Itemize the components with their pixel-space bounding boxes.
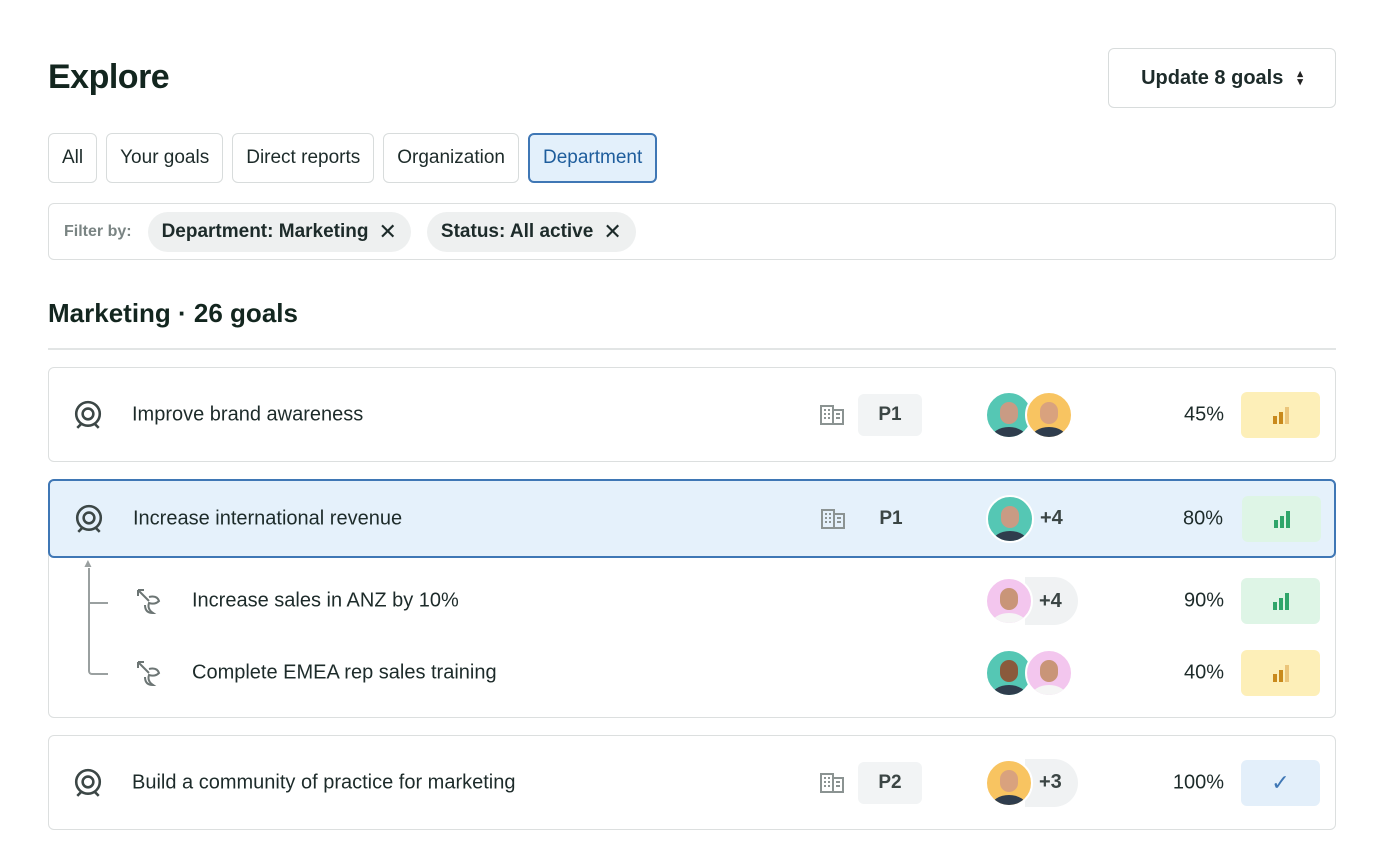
progress-value: 100% [1172,771,1224,793]
avatar [1025,649,1073,697]
avatar [985,577,1033,625]
update-goals-label: Update 8 goals [1141,66,1284,89]
goal-row[interactable]: Build a community of practice for market… [49,736,1335,829]
progress-value: 45% [1183,403,1224,425]
priority-badge: P2 [858,761,922,804]
chip-label: Status: All active [440,220,594,242]
tab-all[interactable]: All [48,133,98,183]
status-badge[interactable] [1241,578,1320,624]
owners[interactable] [985,649,1073,697]
tab-direct-reports[interactable]: Direct reports [232,133,375,183]
filter-label: Filter by: [64,222,132,240]
filter-chip-department[interactable]: Department: Marketing ✕ [147,211,411,252]
subgoal-title[interactable]: Complete EMEA rep sales training [192,662,497,685]
tab-organization[interactable]: Organization [383,133,519,183]
priority-badge: P1 [858,393,922,436]
owners[interactable]: +3 [985,758,1078,807]
bar-chart-icon [1271,406,1291,424]
bar-chart-icon [1271,592,1291,610]
filter-chip-status[interactable]: Status: All active ✕ [426,211,636,252]
sort-arrows-icon: ▴ ▾ [1297,68,1303,88]
divider [48,348,1336,350]
goal-icon [74,504,104,534]
tab-department[interactable]: Department [527,133,658,183]
owners[interactable]: +4 [986,494,1079,543]
subgoal-icon [135,659,163,687]
subgoal-row[interactable]: Complete EMEA rep sales training 40% [49,637,1335,709]
avatar [986,494,1034,543]
status-badge[interactable]: ✓ [1241,759,1320,806]
avatar [985,758,1033,807]
owners[interactable] [985,390,1073,439]
tab-your-goals[interactable]: Your goals [106,133,224,183]
bar-chart-icon [1271,664,1291,682]
bar-chart-icon [1272,510,1292,528]
progress-value: 80% [1182,507,1223,529]
goal-title[interactable]: Improve brand awareness [132,403,363,426]
goal-title[interactable]: Build a community of practice for market… [132,771,516,794]
goal-card: Increase international revenue P1 +4 80%… [48,479,1336,718]
owners[interactable]: +4 [985,577,1078,625]
goal-row[interactable]: Improve brand awareness P1 45% [49,368,1335,461]
status-badge[interactable] [1242,495,1321,542]
status-badge[interactable] [1241,650,1320,696]
goal-card: Improve brand awareness P1 45% [48,367,1336,462]
building-icon [820,773,844,793]
goal-row-selected[interactable]: Increase international revenue P1 +4 80% [48,479,1336,558]
goal-icon [73,400,103,430]
goal-title[interactable]: Increase international revenue [133,507,402,530]
goal-card: Build a community of practice for market… [48,735,1336,830]
tab-bar: All Your goals Direct reports Organizati… [48,133,658,183]
checkmark-icon: ✓ [1271,769,1290,795]
progress-value: 90% [1183,589,1224,612]
subgoal-title[interactable]: Increase sales in ANZ by 10% [192,590,459,613]
filter-bar: Filter by: Department: Marketing ✕ Status… [48,203,1336,260]
progress-value: 40% [1183,661,1224,684]
priority-badge: P1 [859,497,923,540]
subgoal-icon [135,587,163,615]
avatar [1025,390,1073,439]
page-title: Explore [48,58,170,96]
building-icon [820,405,844,425]
chip-label: Department: Marketing [161,220,369,242]
subgoal-row[interactable]: Increase sales in ANZ by 10% +4 90% [49,565,1335,637]
building-icon [821,509,845,529]
section-title: Marketing · 26 goals [48,298,298,328]
close-icon[interactable]: ✕ [378,219,396,245]
status-badge[interactable] [1241,391,1320,438]
close-icon[interactable]: ✕ [603,219,621,245]
goal-icon [73,768,103,798]
update-goals-button[interactable]: Update 8 goals ▴ ▾ [1108,48,1336,108]
